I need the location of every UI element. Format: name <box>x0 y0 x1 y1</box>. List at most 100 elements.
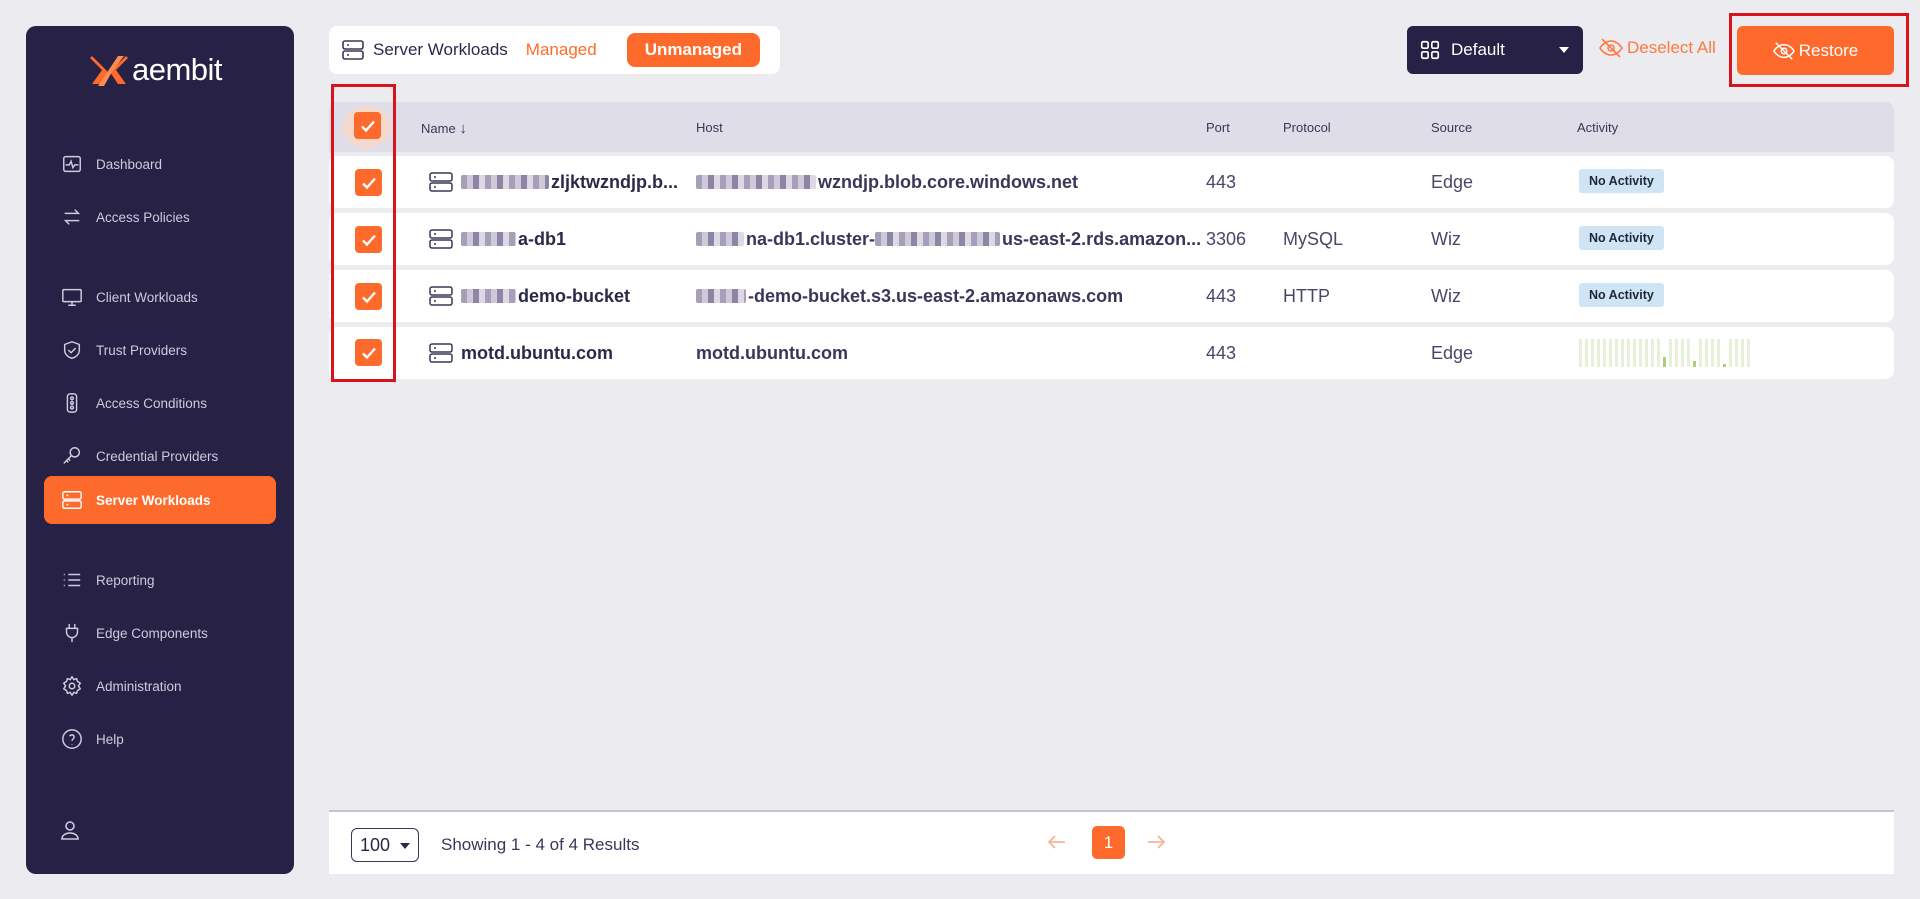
grid-icon <box>1420 40 1440 60</box>
deselect-all-button[interactable]: Deselect All <box>1599 38 1716 58</box>
server-icon <box>60 488 84 512</box>
sidebar-item-label: Administration <box>96 678 182 694</box>
view-select-value: Default <box>1451 40 1505 59</box>
sidebar-item-label: Access Policies <box>96 209 190 225</box>
column-header-port[interactable]: Port <box>1206 120 1230 135</box>
table-row[interactable]: a-db1 na-db1.cluster-us-east-2.rds.amazo… <box>329 213 1894 265</box>
chevron-down-icon <box>400 843 410 849</box>
row-name: zljktwzndjp.b... <box>461 172 678 193</box>
sidebar-item-client-workloads[interactable]: Client Workloads <box>44 273 276 321</box>
table-row[interactable]: demo-bucket -demo-bucket.s3.us-east-2.am… <box>329 270 1894 322</box>
row-port: 443 <box>1206 286 1237 306</box>
sidebar-item-trust-providers[interactable]: Trust Providers <box>44 326 276 374</box>
redacted-text <box>696 232 744 246</box>
restore-button[interactable]: Restore <box>1737 26 1894 75</box>
brand-logo[interactable]: aembit <box>88 50 223 90</box>
table-row[interactable]: zljktwzndjp.b... wzndjp.blob.core.window… <box>329 156 1894 208</box>
gear-icon <box>60 674 84 698</box>
row-port: 443 <box>1206 343 1237 363</box>
arrow-down-icon: ↓ <box>459 120 467 137</box>
row-name-text: zljktwzndjp.b... <box>551 172 678 192</box>
row-port: 3306 <box>1206 229 1247 249</box>
row-name: demo-bucket <box>461 286 630 307</box>
redacted-text <box>461 232 516 246</box>
server-icon <box>342 40 364 60</box>
row-host: na-db1.cluster-us-east-2.rds.amazon... <box>696 229 1201 250</box>
row-source: Edge <box>1431 172 1474 192</box>
list-icon <box>60 568 84 592</box>
column-label: Name <box>421 121 456 136</box>
sidebar-item-label: Credential Providers <box>96 448 219 464</box>
arrow-left-icon[interactable] <box>1045 830 1069 854</box>
key-icon <box>60 444 84 468</box>
server-icon <box>429 286 453 306</box>
eye-off-icon <box>1599 38 1623 58</box>
table-footer: 100 Showing 1 - 4 of 4 Results 1 <box>329 810 1894 874</box>
sidebar-item-server-workloads[interactable]: Server Workloads <box>44 476 276 524</box>
eye-off-icon <box>1772 41 1795 60</box>
arrow-right-icon[interactable] <box>1144 830 1168 854</box>
sidebar-item-dashboard[interactable]: Dashboard <box>44 140 276 188</box>
row-host: -demo-bucket.s3.us-east-2.amazonaws.com <box>696 286 1123 307</box>
per-page-select[interactable]: 100 <box>351 828 419 862</box>
tab-managed[interactable]: Managed <box>526 40 597 60</box>
results-count: Showing 1 - 4 of 4 Results <box>441 835 640 854</box>
row-host-text: wzndjp.blob.core.windows.net <box>818 172 1078 192</box>
row-name: motd.ubuntu.com <box>461 343 613 363</box>
sidebar-item-label: Help <box>96 731 124 747</box>
sidebar-item-credential-providers[interactable]: Credential Providers <box>44 432 276 480</box>
sidebar-item-label: Dashboard <box>96 156 163 172</box>
column-header-activity[interactable]: Activity <box>1577 120 1618 135</box>
row-source: Edge <box>1431 343 1474 363</box>
sidebar-item-administration[interactable]: Administration <box>44 662 276 710</box>
column-header-protocol[interactable]: Protocol <box>1283 120 1331 135</box>
sidebar-item-label: Trust Providers <box>96 342 188 358</box>
row-host-text: -demo-bucket.s3.us-east-2.amazonaws.com <box>748 286 1124 306</box>
row-source: Wiz <box>1431 286 1461 306</box>
redacted-text <box>875 232 1001 246</box>
shield-check-icon <box>60 338 84 362</box>
row-source: Wiz <box>1431 229 1461 249</box>
column-header-host[interactable]: Host <box>696 120 723 135</box>
page-title: Server Workloads <box>373 40 508 59</box>
sidebar-item-label: Client Workloads <box>96 289 198 305</box>
row-name-text: demo-bucket <box>518 286 631 306</box>
brand-name: aembit <box>132 52 223 87</box>
redacted-text <box>696 175 816 189</box>
sidebar-item-access-conditions[interactable]: Access Conditions <box>44 379 276 427</box>
row-name-text: a-db1 <box>518 229 567 249</box>
row-protocol: HTTP <box>1283 286 1330 306</box>
page-button-current[interactable]: 1 <box>1092 826 1125 859</box>
table-header: Name ↓ Host Port Protocol Source Activit… <box>329 102 1894 152</box>
row-port: 443 <box>1206 172 1237 192</box>
redacted-text <box>461 175 549 189</box>
deselect-all-label: Deselect All <box>1627 38 1716 57</box>
aembit-logo-icon <box>90 56 128 86</box>
server-icon <box>429 229 453 249</box>
user-icon[interactable] <box>58 818 82 842</box>
sidebar-item-edge-components[interactable]: Edge Components <box>44 609 276 657</box>
monitor-icon <box>60 285 84 309</box>
per-page-value: 100 <box>360 834 391 855</box>
view-select[interactable]: Default <box>1407 26 1583 74</box>
sidebar: aembit Dashboard Access Policies Client … <box>26 26 294 874</box>
sidebar-item-reporting[interactable]: Reporting <box>44 556 276 604</box>
server-icon <box>429 172 453 192</box>
traffic-light-icon <box>60 391 84 415</box>
row-protocol: MySQL <box>1283 229 1344 249</box>
sidebar-item-access-policies[interactable]: Access Policies <box>44 193 276 241</box>
table-row[interactable]: motd.ubuntu.com motd.ubuntu.com 443 Edge <box>329 327 1894 379</box>
highlight-frame <box>331 84 396 382</box>
status-badge: No Activity <box>1579 226 1664 250</box>
sidebar-item-help[interactable]: Help <box>44 715 276 763</box>
activity-sparkline <box>1579 339 1753 367</box>
sidebar-item-label: Access Conditions <box>96 395 208 411</box>
column-header-source[interactable]: Source <box>1431 120 1472 135</box>
row-host: wzndjp.blob.core.windows.net <box>696 172 1078 193</box>
column-header-name[interactable]: Name ↓ <box>421 120 467 137</box>
tab-unmanaged[interactable]: Unmanaged <box>626 33 760 67</box>
chevron-down-icon <box>1559 47 1569 53</box>
activity-icon <box>60 152 84 176</box>
sidebar-item-label: Edge Components <box>96 625 208 641</box>
sidebar-item-label: Reporting <box>96 572 155 588</box>
